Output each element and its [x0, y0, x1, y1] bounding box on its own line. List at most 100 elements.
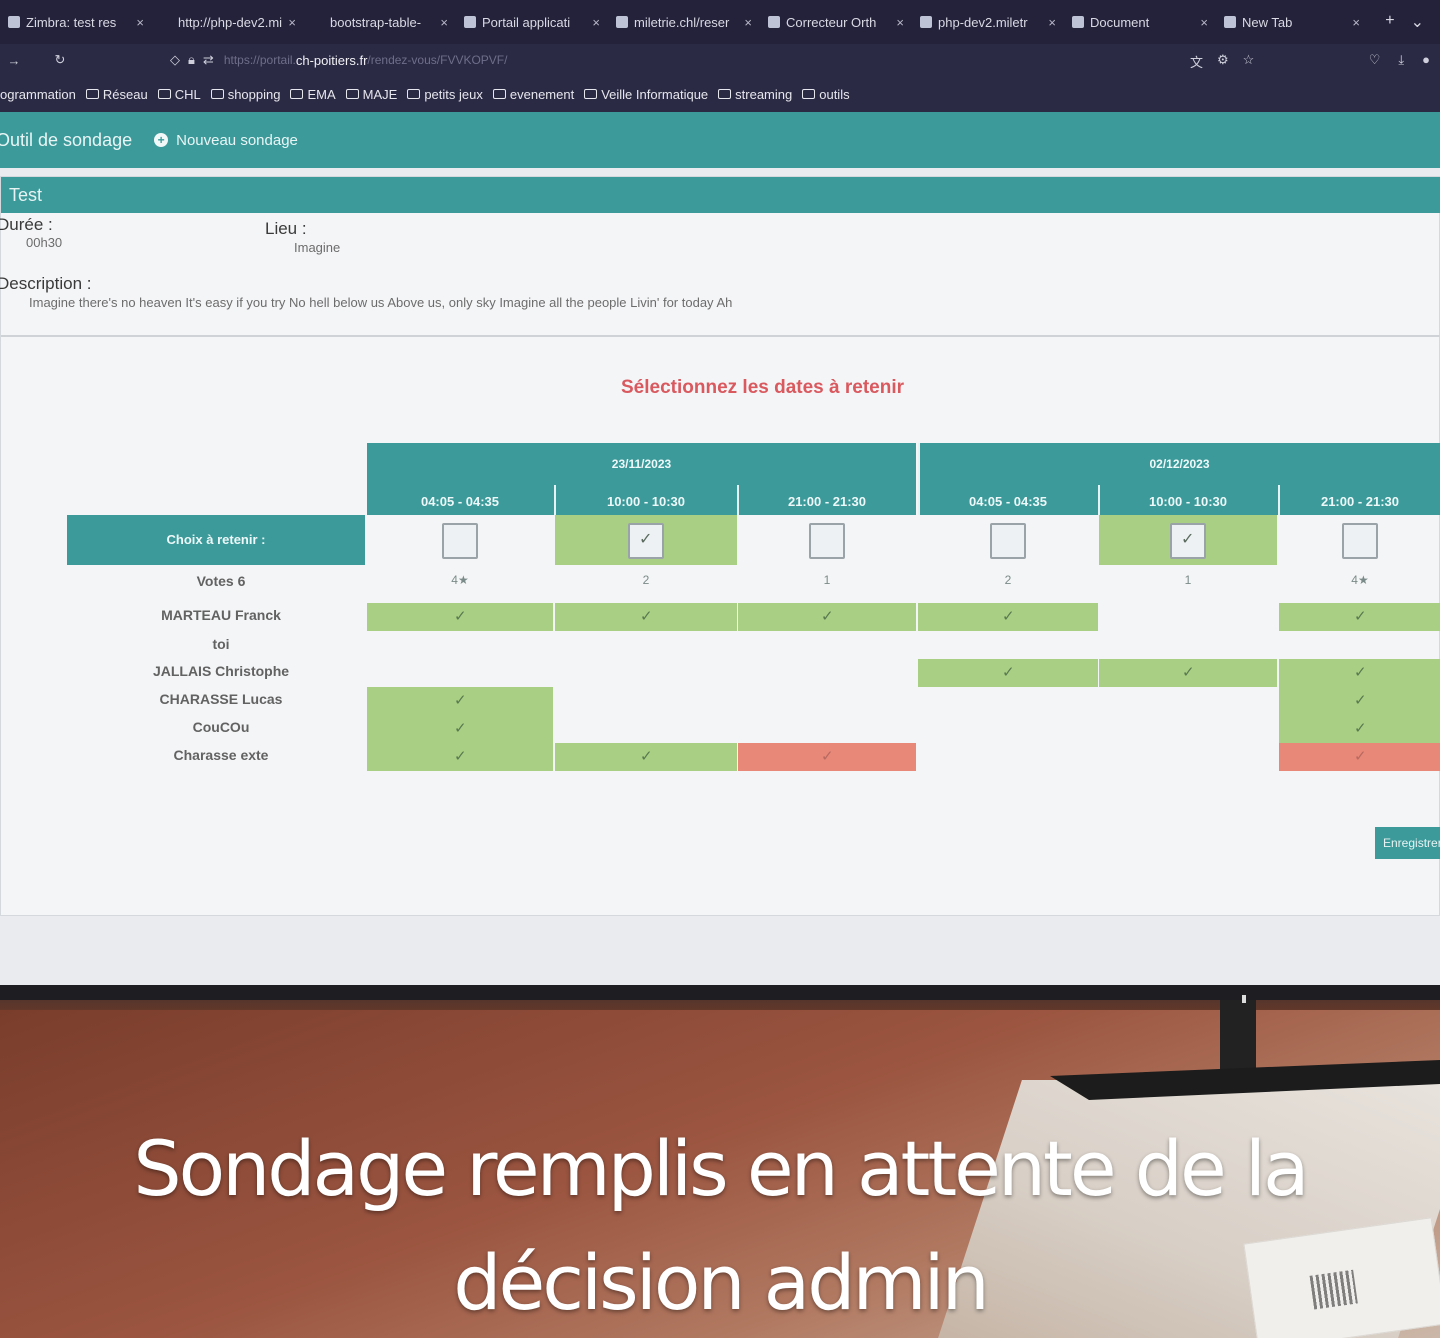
browser-tab[interactable]: Zimbra: test res ×: [0, 6, 152, 38]
vote-number: 1: [823, 573, 831, 587]
plus-circle-icon: +: [154, 133, 169, 147]
close-icon[interactable]: ×: [136, 15, 144, 30]
close-icon[interactable]: ×: [440, 15, 448, 30]
choice-checkbox[interactable]: ✓: [628, 523, 664, 559]
close-icon[interactable]: ×: [896, 15, 904, 30]
bookmark-star-icon[interactable]: ☆: [1243, 52, 1255, 71]
choice-checkbox[interactable]: ✓: [1170, 523, 1206, 559]
bookmark-label: shopping: [227, 86, 281, 102]
bookmark-item[interactable]: Réseau: [85, 86, 148, 102]
pocket-icon[interactable]: ♡: [1369, 52, 1381, 68]
choice-checkbox[interactable]: [809, 523, 845, 559]
participant-name: JALLAIS Christophe: [152, 663, 290, 679]
download-icon[interactable]: ⤓: [1398, 52, 1404, 68]
close-icon[interactable]: ×: [592, 15, 600, 30]
bookmark-item[interactable]: CHL: [157, 87, 201, 102]
bookmark-item[interactable]: EMA: [290, 87, 336, 102]
check-icon: ✓: [454, 608, 467, 625]
vote-number: 4: [1351, 573, 1358, 587]
close-icon[interactable]: ×: [1048, 15, 1056, 30]
browser-tab[interactable]: http://php-dev2.mil ×: [152, 6, 304, 38]
check-icon: ✓: [821, 748, 834, 765]
url-host: ch-poitiers.fr: [295, 52, 368, 68]
chevron-down-icon[interactable]: ⌄: [1411, 12, 1424, 32]
tab-label: New Tab: [1242, 14, 1293, 30]
choice-checkbox[interactable]: [990, 523, 1026, 559]
choice-cell: [367, 515, 553, 565]
participant-name: toi: [212, 636, 230, 652]
close-icon[interactable]: ×: [1200, 15, 1208, 30]
folder-icon: [718, 89, 732, 99]
page-icon: [464, 16, 476, 28]
bookmark-item[interactable]: ogrammation: [0, 87, 76, 102]
browser-tab[interactable]: Correcteur Orth ×: [760, 6, 912, 38]
folder-icon: [157, 89, 171, 99]
vote-count: 4★: [1330, 573, 1390, 587]
browser-tab[interactable]: php-dev2.miletr ×: [912, 6, 1064, 38]
tab-actions: + ⌄: [1385, 12, 1440, 32]
bookmark-label: evenement: [509, 86, 575, 102]
forward-icon[interactable]: →: [0, 53, 28, 68]
answer-yes: ✓: [367, 687, 553, 715]
answer-yes: ✓: [1099, 659, 1277, 687]
folder-icon: [85, 89, 99, 99]
choice-cell: ✓: [555, 515, 737, 565]
choice-checkbox[interactable]: [442, 523, 478, 559]
place-value: Imagine: [294, 240, 341, 255]
url-bar[interactable]: ◇ 🔒︎ ⇄ https://portail. ch-poitiers.fr /…: [170, 48, 1180, 72]
close-icon[interactable]: ×: [744, 15, 752, 30]
star-icon: ★: [1357, 573, 1369, 587]
extension-icon[interactable]: ⚙: [1217, 52, 1229, 71]
new-tab-icon[interactable]: +: [1385, 12, 1394, 32]
check-icon: ✓: [454, 720, 467, 737]
browser-tab[interactable]: New Tab ×: [1216, 6, 1368, 38]
browser-tab[interactable]: bootstrap-table- ×: [304, 6, 456, 38]
account-icon[interactable]: ●: [1422, 52, 1430, 68]
browser-tab[interactable]: miletrie.chl/reser ×: [608, 6, 760, 38]
check-icon: ✓: [454, 748, 467, 765]
slot-separator: [1278, 485, 1280, 515]
zimbra-icon: [8, 16, 20, 28]
newtab-icon: [1224, 16, 1236, 28]
folder-icon: [407, 89, 421, 99]
reload-icon[interactable]: ↻: [46, 52, 74, 68]
bookmark-label: streaming: [735, 86, 793, 102]
bookmark-label: Réseau: [102, 86, 148, 102]
browser-tab[interactable]: Document ×: [1064, 6, 1216, 38]
check-icon: ✓: [454, 692, 467, 709]
app-title[interactable]: Outil de sondage: [0, 130, 132, 151]
bookmark-item[interactable]: streaming: [718, 87, 792, 102]
bookmark-item[interactable]: evenement: [492, 86, 575, 102]
close-icon[interactable]: ×: [1352, 15, 1360, 30]
date-label: 23/11/2023: [611, 457, 672, 471]
new-poll-button[interactable]: + Nouveau sondage: [154, 132, 298, 149]
close-icon[interactable]: ×: [288, 15, 296, 30]
page-icon: [616, 16, 628, 28]
bookmark-item[interactable]: MAJE: [345, 87, 397, 102]
toolbar-right: ♡ ⤓ ●: [1369, 52, 1430, 68]
tab-label: Zimbra: test res: [26, 14, 117, 30]
participant-name: Charasse exte: [173, 747, 269, 763]
folder-icon: [345, 89, 359, 99]
tab-label: bootstrap-table-: [330, 14, 422, 30]
globe-icon: [768, 16, 780, 28]
star-icon: ★: [457, 573, 469, 587]
browser-tab-bar: Zimbra: test res × http://php-dev2.mil × boo…: [0, 0, 1440, 44]
url-path: /rendez-vous/FVVKOPVF/: [367, 53, 508, 67]
page-actions: 文 ⚙ ☆: [1190, 52, 1254, 71]
choice-cell: [918, 515, 1098, 565]
choice-checkbox[interactable]: [1342, 523, 1378, 559]
bookmark-item[interactable]: petits jeux: [407, 87, 483, 102]
browser-nav-bar: → ↻ ◇ 🔒︎ ⇄ https://portail. ch-poitiers.…: [0, 44, 1440, 76]
translate-icon[interactable]: 文: [1190, 52, 1203, 71]
check-icon: ✓: [1354, 664, 1367, 681]
bookmark-item[interactable]: shopping: [210, 86, 281, 102]
save-button[interactable]: Enregistrer: [1375, 827, 1440, 859]
check-icon: ✓: [1354, 748, 1367, 765]
select-dates-heading: Sélectionnez les dates à retenir: [621, 377, 905, 398]
monitor-stand: [1050, 1000, 1440, 1120]
photo-caption: Sondage remplis en attente de la décisio…: [0, 1112, 1440, 1338]
bookmark-item[interactable]: Veille Informatique: [584, 87, 708, 102]
bookmark-item[interactable]: outils: [802, 87, 850, 102]
browser-tab[interactable]: Portail applicati ×: [456, 6, 608, 38]
